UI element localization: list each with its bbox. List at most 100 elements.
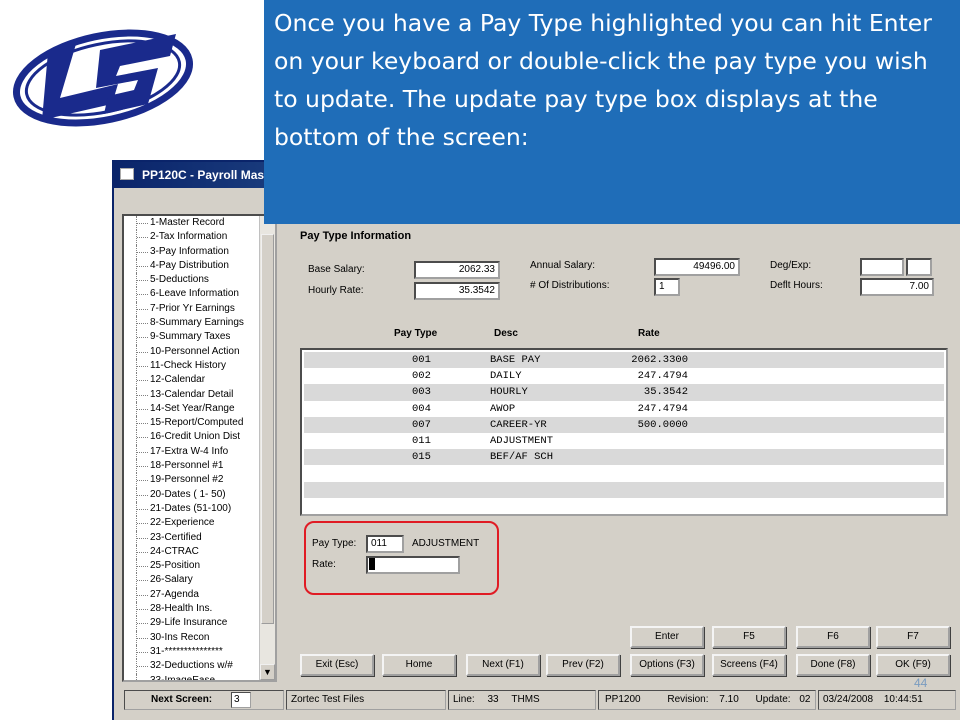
tree-item[interactable]: 6-Leave Information bbox=[124, 287, 261, 303]
table-row[interactable]: 015 BEF/AF SCH bbox=[304, 449, 944, 466]
cell-rate: 247.4794 bbox=[637, 402, 688, 415]
done-button[interactable]: Done (F8) bbox=[796, 654, 870, 676]
tree-item[interactable]: 12-Calendar bbox=[124, 373, 261, 388]
user-value: THMS bbox=[511, 694, 540, 705]
date-value: 03/24/2008 bbox=[823, 694, 874, 705]
tree-item[interactable]: 14-Set Year/Range bbox=[124, 401, 261, 417]
window-system-icon[interactable] bbox=[120, 168, 134, 180]
pay-type-panel: Pay Type Information Base Salary: 2062.3… bbox=[288, 224, 954, 684]
annual-salary-field[interactable]: 49496.00 bbox=[654, 258, 740, 276]
next-screen-cell: Next Screen: 3 bbox=[124, 690, 284, 710]
ok-button[interactable]: OK (F9) bbox=[876, 654, 950, 676]
screens-button[interactable]: Screens (F4) bbox=[712, 654, 786, 676]
tree-item[interactable]: 3-Pay Information bbox=[124, 244, 261, 260]
cell-rate: 35.3542 bbox=[643, 386, 688, 399]
tree-item[interactable]: 4-Pay Distribution bbox=[124, 258, 261, 274]
tree-item[interactable]: 15-Report/Computed bbox=[124, 416, 261, 431]
table-row[interactable]: 007 CAREER-YR 500.0000 bbox=[304, 416, 944, 433]
program-cell: PP1200 Revision: 7.10 Update: 02 bbox=[598, 690, 816, 710]
annual-salary-label: Annual Salary: bbox=[530, 260, 596, 271]
tree-item[interactable]: 17-Extra W-4 Info bbox=[124, 444, 261, 460]
tree-item[interactable]: 23-Certified bbox=[124, 530, 261, 546]
options-button[interactable]: Options (F3) bbox=[630, 654, 704, 676]
f7-button[interactable]: F7 bbox=[876, 626, 950, 648]
tree-item[interactable]: 18-Personnel #1 bbox=[124, 459, 261, 474]
tree-item[interactable]: 30-Ins Recon bbox=[124, 630, 261, 646]
revision-label: Revision: bbox=[667, 694, 709, 705]
tree-item[interactable]: 26-Salary bbox=[124, 573, 261, 589]
prev-button[interactable]: Prev (F2) bbox=[546, 654, 620, 676]
scroll-down-arrow-icon[interactable]: ▼ bbox=[260, 664, 275, 680]
datetime-cell: 03/24/2008 10:44:51 bbox=[818, 690, 956, 710]
tree-item[interactable]: 2-Tax Information bbox=[124, 230, 261, 245]
empty-table-row[interactable] bbox=[304, 498, 944, 514]
table-row[interactable]: 003 HOURLY 35.3542 bbox=[304, 384, 944, 401]
table-row[interactable]: 004 AWOP 247.4794 bbox=[304, 401, 944, 417]
line-label: Line: bbox=[453, 694, 475, 705]
tree-item[interactable]: 27-Agenda bbox=[124, 587, 261, 603]
tree-scroll-thumb[interactable] bbox=[261, 234, 274, 624]
base-salary-label: Base Salary: bbox=[308, 264, 365, 275]
table-row[interactable]: 011 ADJUSTMENT bbox=[304, 433, 944, 449]
cell-type: 007 bbox=[412, 418, 431, 431]
deflt-hours-field[interactable]: 7.00 bbox=[860, 278, 934, 296]
f5-button[interactable]: F5 bbox=[712, 626, 786, 648]
tree-item[interactable]: 29-Life Insurance bbox=[124, 616, 261, 631]
home-button[interactable]: Home bbox=[382, 654, 456, 676]
cell-desc: CAREER-YR bbox=[490, 418, 547, 431]
cell-type: 003 bbox=[412, 386, 431, 399]
tree-item[interactable]: 25-Position bbox=[124, 559, 261, 574]
col-header-pay-type[interactable]: Pay Type bbox=[394, 328, 437, 339]
tree-item[interactable]: 24-CTRAC bbox=[124, 544, 261, 560]
tree-item[interactable]: 11-Check History bbox=[124, 358, 261, 374]
tree-item[interactable]: 1-Master Record bbox=[124, 216, 261, 231]
tree-item[interactable]: 21-Dates (51-100) bbox=[124, 501, 261, 517]
table-row[interactable]: 001 BASE PAY 2062.3300 bbox=[304, 352, 944, 369]
deg-field[interactable] bbox=[860, 258, 904, 276]
hourly-rate-field[interactable]: 35.3542 bbox=[414, 282, 500, 300]
tree-item[interactable]: 22-Experience bbox=[124, 516, 261, 531]
tree-item[interactable]: 32-Deductions w/# bbox=[124, 659, 261, 674]
cell-rate: 500.0000 bbox=[637, 418, 688, 431]
empty-table-row[interactable] bbox=[304, 465, 944, 481]
col-header-rate[interactable]: Rate bbox=[638, 328, 660, 339]
next-screen-input[interactable]: 3 bbox=[231, 692, 251, 708]
status-bar: Next Screen: 3 Zortec Test Files Line: 3… bbox=[114, 690, 960, 712]
tree-item[interactable]: 20-Dates ( 1- 50) bbox=[124, 487, 261, 503]
col-header-desc[interactable]: Desc bbox=[494, 328, 518, 339]
exit-button[interactable]: Exit (Esc) bbox=[300, 654, 374, 676]
pay-type-grid[interactable]: 001 BASE PAY 2062.3300 002 DAILY 247.4794 003 H… bbox=[300, 348, 948, 516]
cell-desc: HOURLY bbox=[490, 386, 528, 399]
tree-item[interactable]: 5-Deductions bbox=[124, 273, 261, 288]
cell-type: 002 bbox=[412, 370, 431, 383]
highlight-box bbox=[304, 521, 499, 595]
tree-item[interactable]: 13-Calendar Detail bbox=[124, 387, 261, 403]
tree-scrollbar[interactable]: ▼ bbox=[259, 216, 275, 680]
empty-table-row[interactable] bbox=[304, 481, 944, 498]
tree-item[interactable]: 16-Credit Union Dist bbox=[124, 430, 261, 446]
tree-item[interactable]: 8-Summary Earnings bbox=[124, 316, 261, 331]
next-button[interactable]: Next (F1) bbox=[466, 654, 540, 676]
tree-item[interactable]: 9-Summary Taxes bbox=[124, 330, 261, 345]
tree-item[interactable]: 7-Prior Yr Earnings bbox=[124, 301, 261, 317]
cell-desc: BEF/AF SCH bbox=[490, 451, 554, 464]
deg-exp-label: Deg/Exp: bbox=[770, 260, 812, 271]
base-salary-field[interactable]: 2062.33 bbox=[414, 261, 500, 279]
screen-tree[interactable]: 1-Master Record 2-Tax Information 3-Pay In… bbox=[122, 214, 277, 682]
revision-value: 7.10 bbox=[719, 694, 739, 705]
enter-button[interactable]: Enter bbox=[630, 626, 704, 648]
distributions-field[interactable]: 1 bbox=[654, 278, 680, 296]
tree-item[interactable]: 28-Health Ins. bbox=[124, 602, 261, 617]
exp-field[interactable] bbox=[906, 258, 932, 276]
update-value: 02 bbox=[799, 694, 811, 705]
cell-type: 015 bbox=[412, 451, 431, 464]
cell-desc: BASE PAY bbox=[490, 354, 541, 366]
table-row[interactable]: 002 DAILY 247.4794 bbox=[304, 368, 944, 384]
deflt-hours-label: Deflt Hours: bbox=[770, 280, 823, 291]
f6-button[interactable]: F6 bbox=[796, 626, 870, 648]
tree-item[interactable]: 19-Personnel #2 bbox=[124, 473, 261, 488]
tree-item[interactable]: 33-ImageEase bbox=[124, 673, 261, 680]
page-number: 44 bbox=[914, 676, 928, 690]
tree-item[interactable]: 31-*************** bbox=[124, 644, 261, 660]
tree-item[interactable]: 10-Personnel Action bbox=[124, 344, 261, 360]
